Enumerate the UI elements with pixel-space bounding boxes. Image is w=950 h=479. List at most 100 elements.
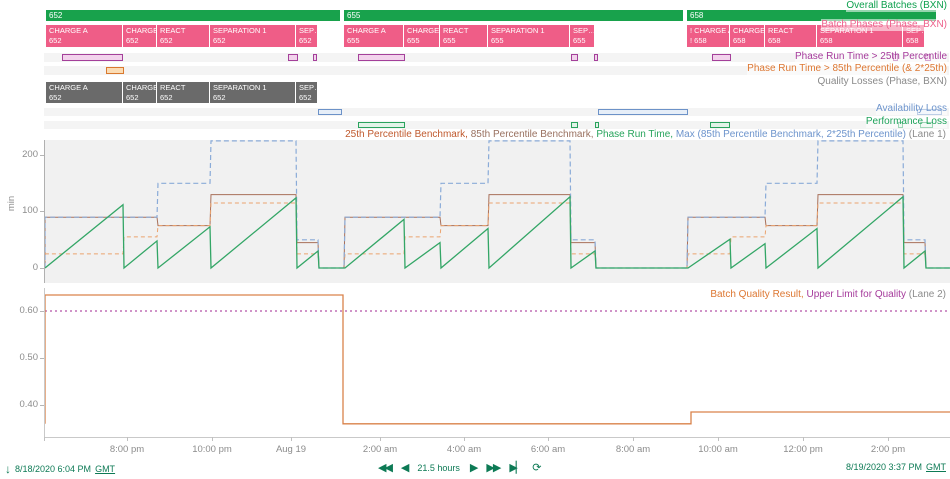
lane1-ytick-mark [40, 155, 44, 156]
x-axis-label: 10:00 am [698, 444, 738, 455]
batch-phases-bar[interactable]: REACT 658 [765, 25, 817, 47]
lane1-ytick-label: 200 [22, 149, 38, 160]
step-back-icon[interactable]: ◀ [401, 461, 410, 475]
quality-losses-bar[interactable]: SEPARATION 1 652 [210, 82, 296, 103]
download-icon[interactable]: ↓ [5, 462, 11, 476]
legend-runtime-gt-25th: Phase Run Time > 25th Percentile [794, 51, 947, 63]
legend-part: (Lane 2) [905, 289, 946, 300]
legend-runtime-gt-85th: Phase Run Time > 85th Percentile (& 2*25… [747, 63, 947, 75]
lane2-ytick-mark [40, 311, 44, 312]
performance-loss-bar[interactable] [595, 122, 599, 128]
performance-loss-bar[interactable] [710, 122, 730, 128]
batch-phases-bar[interactable]: ! CHARGE A! 658 [687, 25, 730, 47]
skip-forward-icon[interactable]: ▶▶ [486, 461, 501, 475]
quality-losses-bar[interactable]: SEP…652 [296, 82, 318, 103]
availability-loss-bar[interactable] [318, 109, 342, 115]
availability-loss-track [44, 108, 949, 116]
batch-phases-bar[interactable]: CHARGE A 652 [46, 25, 123, 47]
quality-losses-bar[interactable]: REACT 652 [157, 82, 210, 103]
lane2-ytick-label: 0.40 [19, 399, 39, 410]
batch-phases-bar[interactable]: CHARGE B658 [730, 25, 765, 47]
range-start: ↓ 8/18/2020 6:04 PM GMT [5, 462, 115, 476]
x-axis-tick [291, 437, 292, 441]
lane2-ytick-mark [40, 358, 44, 359]
quality-losses-bar[interactable]: CHARGE B652 [123, 82, 157, 103]
x-axis-tick [212, 437, 213, 441]
series-25th-percentile-benchmark [45, 202, 950, 269]
overall-batches-bar[interactable]: 652 [46, 10, 341, 21]
legend-batch-phases: Batch Phases (Phase, BXN) [821, 19, 947, 31]
phase-runtime-gt-25th-bar[interactable] [712, 54, 731, 61]
x-axis-tick [464, 437, 465, 441]
lane1-ytick-label: 0 [32, 262, 38, 273]
x-axis-tick [44, 437, 45, 441]
performance-loss-bar[interactable] [571, 122, 578, 128]
batch-phases-bar[interactable]: SEP…652 [296, 25, 318, 47]
phase-runtime-gt-25th-bar[interactable] [571, 54, 578, 61]
batch-phases-bar[interactable]: SEPARATION 1 652 [210, 25, 296, 47]
lane1-ytick-label: 100 [22, 205, 38, 216]
x-axis-tick [718, 437, 719, 441]
x-axis-label: Aug 19 [275, 444, 307, 455]
x-axis-tick [803, 437, 804, 441]
lane2-quality-chart[interactable] [44, 288, 950, 438]
x-axis-tick [127, 437, 128, 441]
lane2-ytick-mark [40, 405, 44, 406]
overall-batches-bar[interactable]: 655 [344, 10, 684, 21]
end-timezone-link[interactable]: GMT [926, 462, 946, 472]
skip-back-icon[interactable]: ◀◀ [378, 461, 393, 475]
x-axis-label: 10:00 pm [192, 444, 232, 455]
refresh-icon[interactable]: ⟳ [532, 461, 541, 475]
batch-phases-bar[interactable]: CHARGE A 655 [344, 25, 404, 47]
availability-loss-bar[interactable] [598, 109, 688, 115]
batch-phases-bar[interactable]: SEP… 655 [570, 25, 595, 47]
batch-phases-bar[interactable]: REACT 652 [157, 25, 210, 47]
phase-runtime-gt-85th-bar[interactable] [106, 67, 124, 74]
lane2-ytick-label: 0.60 [19, 305, 39, 316]
series-batch-quality-result [45, 294, 950, 425]
x-axis-label: 2:00 pm [870, 444, 906, 455]
performance-loss-bar[interactable] [358, 122, 405, 128]
legend-part: Phase Run Time, [596, 129, 676, 140]
batch-phases-bar[interactable]: REACT 655 [440, 25, 488, 47]
range-end: 8/19/2020 3:37 PM GMT [846, 462, 946, 472]
jump-to-end-icon[interactable]: ▶▏ [509, 461, 524, 475]
legend-part: (Lane 1) [905, 129, 946, 140]
time-range-label[interactable]: 21.5 hours [417, 463, 460, 473]
start-timezone-link[interactable]: GMT [95, 464, 115, 474]
legend-part: Upper Limit for Quality [806, 289, 906, 300]
phase-runtime-gt-25th-bar[interactable] [594, 54, 598, 61]
end-datetime: 8/19/2020 3:37 PM [845, 462, 922, 472]
quality-losses-bar[interactable]: CHARGE A 652 [46, 82, 123, 103]
phase-runtime-gt-25th-bar[interactable] [313, 54, 317, 61]
x-axis-label: 8:00 pm [109, 444, 145, 455]
x-axis-label: 8:00 am [615, 444, 651, 455]
phase-runtime-gt-25th-bar[interactable] [358, 54, 405, 61]
legend-performance-loss: Performance Loss [865, 116, 947, 128]
legend-quality-losses: Quality Losses (Phase, BXN) [817, 76, 947, 88]
time-nav-controls: ◀◀ ◀ 21.5 hours ▶ ▶▶ ▶▏ ⟳ [378, 461, 541, 475]
step-forward-icon[interactable]: ▶ [470, 461, 479, 475]
lane1-runtime-chart[interactable] [44, 140, 950, 283]
lane2-ytick-label: 0.50 [19, 352, 39, 363]
x-axis-label: 4:00 am [446, 444, 482, 455]
batch-phases-bar[interactable]: CHARGE B655 [404, 25, 440, 47]
x-axis-label: 6:00 am [530, 444, 566, 455]
lane1-legend: 25th Percentile Benchmark, 85th Percenti… [345, 129, 946, 141]
legend-part: 25th Percentile Benchmark, [345, 129, 471, 140]
start-datetime: 8/18/2020 6:04 PM [15, 464, 92, 474]
time-navigation-bar: ↓ 8/18/2020 6:04 PM GMT ◀◀ ◀ 21.5 hours … [0, 461, 950, 479]
x-axis-tick [633, 437, 634, 441]
x-axis-label: 2:00 am [362, 444, 398, 455]
batch-phases-bar[interactable]: CHARGE B652 [123, 25, 157, 47]
x-axis-tick [380, 437, 381, 441]
legend-availability-loss: Availability Loss [876, 103, 947, 115]
phase-runtime-gt-25th-bar[interactable] [62, 54, 123, 61]
x-axis-tick [888, 437, 889, 441]
batch-phases-bar[interactable]: SEPARATION 1 655 [488, 25, 570, 47]
legend-overall-batches: Overall Batches (BXN) [846, 0, 947, 12]
legend-part: Batch Quality Result, [710, 289, 807, 300]
series-phase-run-time [45, 195, 950, 270]
x-axis-tick [548, 437, 549, 441]
phase-runtime-gt-25th-bar[interactable] [288, 54, 298, 61]
